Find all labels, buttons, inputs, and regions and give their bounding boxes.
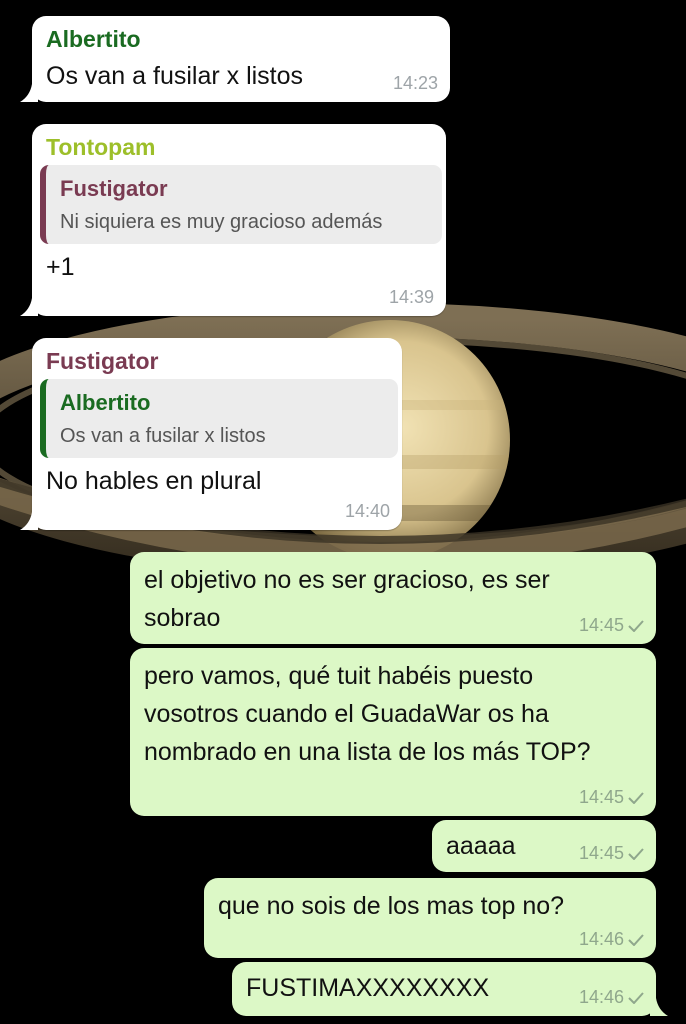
message-time: 14:45 [578, 843, 624, 863]
message-bubble-incoming[interactable]: Fustigator Albertito Os van a fusilar x … [20, 338, 402, 530]
message-meta: 14:23 [393, 73, 438, 94]
message-bubble-incoming[interactable]: Albertito Os van a fusilar x listos 14:2… [20, 16, 450, 102]
message-time: 14:45 [578, 615, 624, 635]
message-meta: 14:39 [389, 287, 434, 308]
message-time: 14:23 [392, 73, 438, 93]
message-meta: 14:45 [579, 615, 644, 636]
bubble-tail-icon [650, 998, 668, 1016]
message-time: 14:46 [578, 987, 624, 1007]
message-text: Os van a fusilar x listos [46, 62, 304, 90]
message-time: 14:45 [578, 787, 624, 807]
message-text: pero vamos, qué tuit habéis puesto vosot… [144, 662, 591, 766]
message-bubble-incoming[interactable]: Tontopam Fustigator Ni siquiera es muy g… [20, 124, 446, 316]
quoted-reply[interactable]: Albertito Os van a fusilar x listos [40, 379, 398, 458]
bubble-tail-icon [20, 84, 38, 102]
message-time: 14:46 [578, 929, 624, 949]
message-meta: 14:46 [579, 987, 644, 1008]
sent-check-icon [628, 933, 644, 946]
quoted-sender-name: Albertito [60, 390, 151, 415]
sender-name: Albertito [46, 26, 141, 52]
quoted-text: Os van a fusilar x listos [60, 425, 266, 447]
message-bubble-outgoing[interactable]: aaaaa 14:45 [432, 820, 656, 872]
bubble-tail-icon [20, 512, 38, 530]
message-meta: 14:45 [579, 787, 644, 808]
sent-check-icon [628, 791, 644, 804]
message-meta: 14:45 [579, 843, 644, 864]
message-meta: 14:46 [579, 929, 644, 950]
sent-check-icon [628, 991, 644, 1004]
message-text: que no sois de los mas top no? [218, 892, 565, 920]
sent-check-icon [628, 619, 644, 632]
bubble-tail-icon [20, 298, 38, 316]
message-bubble-outgoing[interactable]: el objetivo no es ser gracioso, es ser s… [130, 552, 656, 644]
sent-check-icon [628, 847, 644, 860]
quoted-text: Ni siquiera es muy gracioso además [60, 211, 383, 233]
quoted-reply[interactable]: Fustigator Ni siquiera es muy gracioso a… [40, 165, 442, 244]
quoted-sender-name: Fustigator [60, 176, 168, 201]
message-bubble-outgoing[interactable]: pero vamos, qué tuit habéis puesto vosot… [130, 648, 656, 816]
message-bubble-outgoing[interactable]: que no sois de los mas top no? 14:46 [204, 878, 656, 958]
message-text: el objetivo no es ser gracioso, es ser s… [144, 566, 550, 632]
message-text: +1 [46, 253, 75, 281]
message-time: 14:40 [344, 501, 390, 521]
message-bubble-outgoing[interactable]: FUSTIMAXXXXXXXX 14:46 [232, 962, 668, 1016]
message-text: No hables en plural [46, 467, 262, 495]
message-time: 14:39 [388, 287, 434, 307]
sender-name: Fustigator [46, 348, 159, 374]
sender-name: Tontopam [46, 134, 156, 160]
message-meta: 14:40 [345, 501, 390, 522]
